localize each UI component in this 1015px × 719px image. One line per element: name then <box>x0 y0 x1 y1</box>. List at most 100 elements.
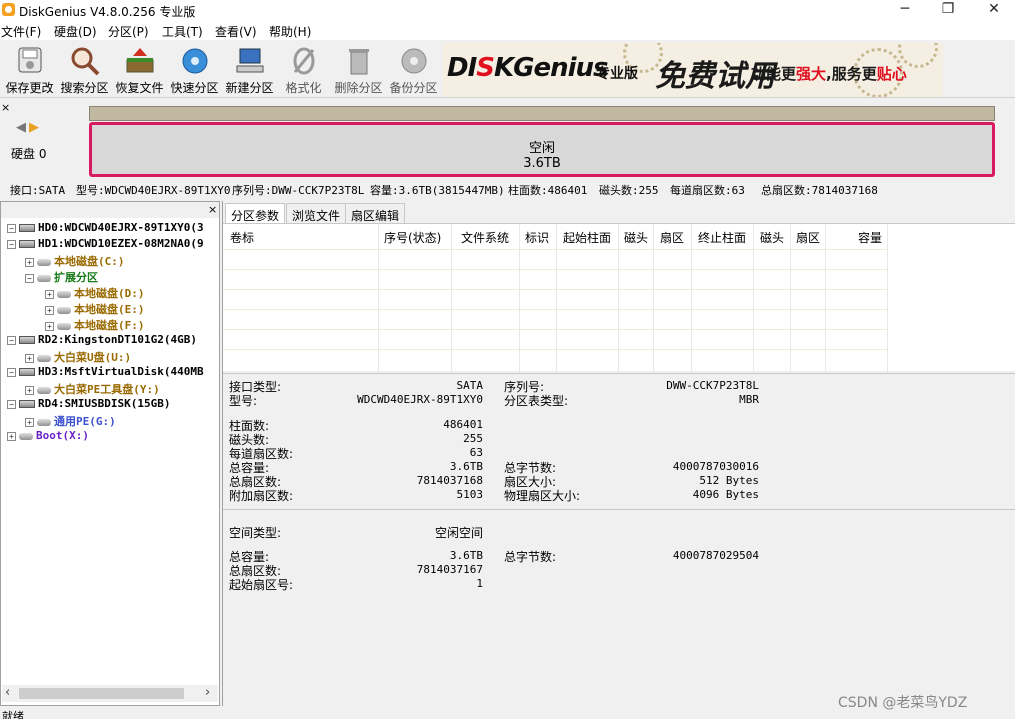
prev-disk-arrow-icon[interactable]: ◀ <box>16 120 26 135</box>
scroll-right-arrow-icon[interactable]: › <box>205 685 210 700</box>
tree-horizontal-scrollbar[interactable]: ‹ › <box>2 685 218 702</box>
restore-button[interactable]: ❐ <box>928 0 968 20</box>
hard-disk-icon <box>19 368 35 376</box>
menu-tools[interactable]: 工具(T) <box>162 23 203 40</box>
recover-files-button[interactable]: 恢复文件 <box>112 46 167 96</box>
menu-bar: 文件(F) 硬盘(D) 分区(P) 工具(T) 查看(V) 帮助(H) <box>0 20 1015 40</box>
search-partition-button[interactable]: 搜索分区 <box>57 46 112 96</box>
new-partition-button[interactable]: 新建分区 <box>222 46 277 96</box>
tree-partition-node[interactable]: + 本地磁盘(D:) <box>45 285 145 301</box>
tree-partition-node[interactable]: + 本地磁盘(F:) <box>45 317 145 333</box>
tree-partition-node[interactable]: + 大白菜U盘(U:) <box>25 349 131 365</box>
col-header-index[interactable]: 序号(状态) <box>384 229 441 246</box>
menu-help[interactable]: 帮助(H) <box>269 23 311 40</box>
collapse-icon[interactable]: − <box>7 223 16 233</box>
menu-disk[interactable]: 硬盘(D) <box>54 23 97 40</box>
col-header-id[interactable]: 标识 <box>525 229 549 246</box>
col-header-filesystem[interactable]: 文件系统 <box>461 229 509 246</box>
window-title: DiskGenius V4.8.0.256 专业版 <box>19 5 196 19</box>
detail-value: 7814037168 <box>416 474 483 487</box>
expand-icon[interactable]: + <box>45 321 54 331</box>
backup-disc-icon <box>401 48 426 74</box>
tree-close-icon[interactable]: × <box>208 203 217 216</box>
tree-node-label: Boot(X:) <box>36 429 89 442</box>
delete-partition-button[interactable]: 删除分区 <box>331 46 386 96</box>
tree-node-label: 扩展分区 <box>54 271 98 284</box>
promo-banner[interactable]: DISKGenius 专业版 免费试用 功能更强大,服务更贴心 <box>443 43 943 97</box>
collapse-icon[interactable]: − <box>25 273 34 283</box>
tree-partition-node[interactable]: + 大白菜PE工具盘(Y:) <box>25 381 160 397</box>
partition-size: 3.6TB <box>523 156 561 171</box>
tab-partition-params[interactable]: 分区参数 <box>225 203 286 223</box>
tree-disk-node[interactable]: − RD4:SMIUSBDISK(15GB) <box>7 397 170 413</box>
expand-icon[interactable]: + <box>25 385 34 395</box>
disk-label: 硬盘 0 <box>11 147 47 161</box>
partition-icon <box>37 258 51 266</box>
scroll-thumb[interactable] <box>19 688 184 699</box>
minimize-button[interactable]: ─ <box>885 0 925 20</box>
expand-icon[interactable]: + <box>7 431 16 441</box>
grid-row-line <box>223 309 888 310</box>
menu-view[interactable]: 查看(V) <box>215 23 257 40</box>
expand-icon[interactable]: + <box>25 257 34 267</box>
tree-node-label: 本地磁盘(C:) <box>54 255 125 268</box>
trash-icon <box>348 49 369 75</box>
menu-partition[interactable]: 分区(P) <box>108 23 149 40</box>
tab-browse-files[interactable]: 浏览文件 <box>286 203 347 223</box>
tree-disk-node[interactable]: − RD2:KingstonDT101G2(4GB) <box>7 333 197 349</box>
disk-panel-close-icon[interactable]: × <box>1 101 10 114</box>
partition-icon <box>57 290 71 298</box>
detail-value: 3.6TB <box>449 549 483 562</box>
tree-disk-node[interactable]: − HD0:WDCWD40EJRX-89T1XY0(3 <box>7 221 204 237</box>
tree-partition-node[interactable]: + 本地磁盘(C:) <box>25 253 125 269</box>
menu-file[interactable]: 文件(F) <box>1 23 41 40</box>
app-logo-icon <box>2 3 15 16</box>
col-header-start-sector[interactable]: 扇区 <box>660 229 684 246</box>
tree-partition-node[interactable]: + 本地磁盘(E:) <box>45 301 145 317</box>
expand-icon[interactable]: + <box>45 289 54 299</box>
col-header-end-cyl[interactable]: 终止柱面 <box>698 229 746 246</box>
collapse-icon[interactable]: − <box>7 399 16 409</box>
expand-icon[interactable]: + <box>25 353 34 363</box>
next-disk-arrow-icon[interactable]: ▶ <box>29 120 39 135</box>
format-button[interactable]: 格式化 <box>276 46 331 96</box>
collapse-icon[interactable]: − <box>7 335 16 345</box>
save-changes-label: 保存更改 <box>5 81 54 95</box>
expand-icon[interactable]: + <box>45 305 54 315</box>
col-header-label[interactable]: 卷标 <box>230 229 254 246</box>
col-header-capacity[interactable]: 容量 <box>858 229 882 246</box>
tree-disk-node[interactable]: − HD3:MsftVirtualDisk(440MB <box>7 365 204 381</box>
partition-icon <box>57 306 71 314</box>
tree-partition-node[interactable]: + Boot(X:) <box>7 429 89 445</box>
col-header-end-head[interactable]: 磁头 <box>760 229 784 246</box>
tab-sector-editor[interactable]: 扇区编辑 <box>345 203 406 223</box>
tree-partition-node[interactable]: + 通用PE(G:) <box>25 413 116 429</box>
partition-icon <box>57 322 71 330</box>
col-header-end-sector[interactable]: 扇区 <box>796 229 820 246</box>
quick-partition-label: 快速分区 <box>170 81 219 95</box>
backup-partition-button[interactable]: 备份分区 <box>386 46 441 96</box>
save-changes-button[interactable]: 保存更改 <box>2 46 57 96</box>
info-sectors-per-track: 每道扇区数:63 <box>670 184 745 197</box>
detail-label: 型号: <box>229 394 258 408</box>
tree-node-label: 本地磁盘(F:) <box>74 319 145 332</box>
detail-value: 7814037167 <box>416 563 483 576</box>
col-header-start-head[interactable]: 磁头 <box>624 229 648 246</box>
detail-value: MBR <box>739 393 759 406</box>
free-space-block[interactable]: 空闲 3.6TB <box>89 122 995 177</box>
restore-box-icon <box>126 48 153 73</box>
tree-partition-node[interactable]: − 扩展分区 <box>25 269 98 285</box>
tree-disk-node[interactable]: − HD1:WDCWD10EZEX-08M2NA0(9 <box>7 237 204 253</box>
search-partition-label: 搜索分区 <box>60 81 109 95</box>
detail-label: 空间类型: <box>229 526 282 540</box>
quick-partition-button[interactable]: 快速分区 <box>167 46 222 96</box>
collapse-icon[interactable]: − <box>7 239 16 249</box>
expand-icon[interactable]: + <box>25 417 34 427</box>
disk-nav-arrows[interactable]: ◀ ▶ <box>16 120 39 135</box>
scroll-left-arrow-icon[interactable]: ‹ <box>5 685 10 700</box>
detail-value: 1 <box>476 577 483 590</box>
close-button[interactable]: ✕ <box>974 0 1014 20</box>
collapse-icon[interactable]: − <box>7 367 16 377</box>
col-header-start-cyl[interactable]: 起始柱面 <box>563 229 611 246</box>
tree-node-label: HD0:WDCWD40EJRX-89T1XY0(3 <box>38 221 204 234</box>
